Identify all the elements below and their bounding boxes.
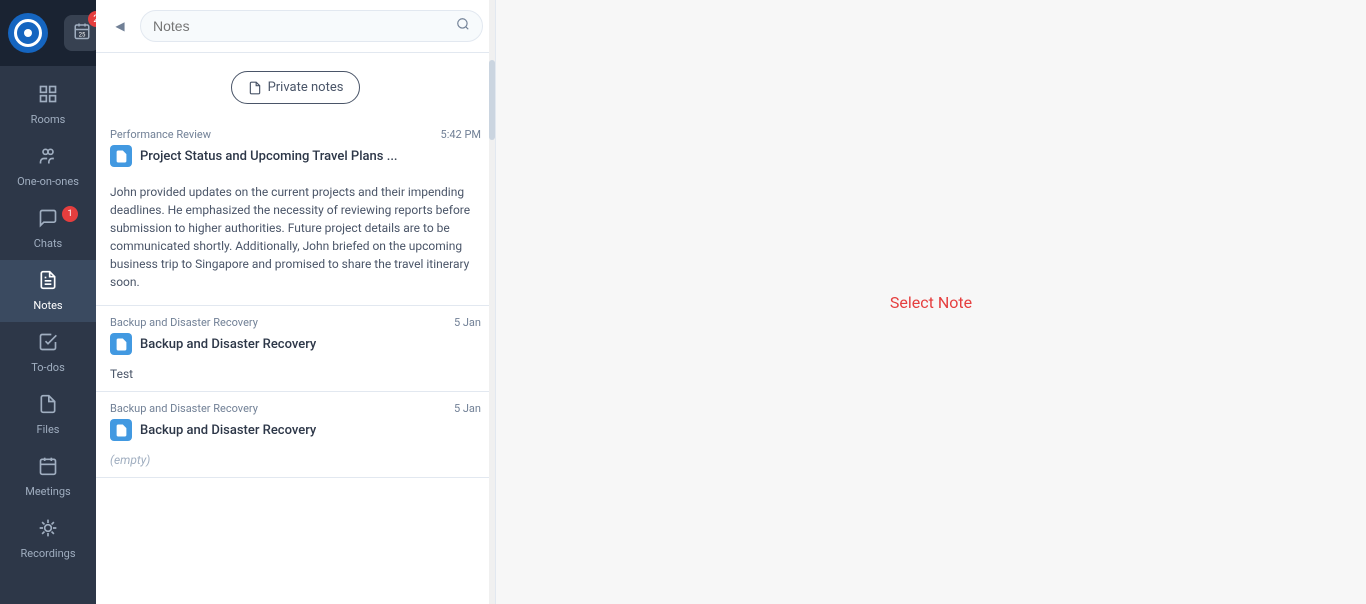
scrollbar-thumb[interactable]	[489, 60, 495, 140]
sidebar-item-rooms[interactable]: Rooms	[0, 74, 96, 136]
sidebar-item-label: Chats	[34, 237, 62, 250]
calendar-icon: 25	[73, 22, 91, 44]
search-wrapper	[140, 10, 483, 42]
sidebar-item-label: One-on-ones	[17, 175, 79, 188]
sidebar-item-label: To-dos	[31, 361, 65, 374]
sidebar-item-chats[interactable]: 1 Chats	[0, 198, 96, 260]
note-category: Backup and Disaster Recovery	[110, 316, 258, 329]
note-category: Backup and Disaster Recovery	[110, 402, 258, 415]
meetings-icon	[38, 456, 58, 481]
recordings-icon	[38, 518, 58, 543]
notes-list: Performance Review 5:42 PM Project Statu…	[96, 118, 495, 604]
note-doc-icon	[110, 419, 132, 441]
private-notes-area: Private notes	[96, 53, 495, 118]
sidebar-item-notes[interactable]: Notes	[0, 260, 96, 322]
private-notes-label: Private notes	[268, 80, 344, 95]
note-header: Performance Review 5:42 PM	[96, 118, 495, 145]
note-title-row: Backup and Disaster Recovery	[96, 333, 495, 363]
sidebar: Qik Enterprises Private Limited Company …	[0, 0, 96, 604]
sidebar-item-label: Recordings	[20, 547, 75, 560]
one-on-ones-icon	[38, 146, 58, 171]
main-content: Select Note	[496, 0, 1366, 604]
note-item[interactable]: Performance Review 5:42 PM Project Statu…	[96, 118, 495, 306]
scrollbar-track	[489, 0, 495, 604]
notes-panel: ◀ Private notes	[96, 0, 496, 604]
note-doc-icon	[110, 145, 132, 167]
note-doc-icon	[110, 333, 132, 355]
chats-icon	[38, 208, 58, 233]
note-title-row: Project Status and Upcoming Travel Plans…	[96, 145, 495, 175]
svg-text:25: 25	[79, 31, 86, 38]
calendar-button[interactable]: 25 2	[64, 15, 100, 51]
notes-search-area: ◀	[96, 0, 495, 53]
note-title-row: Backup and Disaster Recovery	[96, 419, 495, 449]
notes-search-input[interactable]	[153, 18, 448, 34]
note-time: 5 Jan	[454, 316, 481, 329]
note-title: Backup and Disaster Recovery	[140, 337, 316, 352]
search-icon	[456, 17, 470, 35]
chats-badge: 1	[62, 206, 78, 222]
sidebar-item-to-dos[interactable]: To-dos	[0, 322, 96, 384]
nav-items: Rooms One-on-ones 1 Chats	[0, 66, 96, 570]
notes-icon	[38, 270, 58, 295]
note-header: Backup and Disaster Recovery 5 Jan	[96, 306, 495, 333]
sidebar-item-label: Meetings	[25, 485, 70, 498]
sidebar-item-meetings[interactable]: Meetings	[0, 446, 96, 508]
rooms-icon	[38, 84, 58, 109]
files-icon	[38, 394, 58, 419]
note-preview: John provided updates on the current pro…	[96, 175, 495, 305]
sidebar-item-label: Rooms	[31, 113, 66, 126]
company-logo	[8, 13, 48, 53]
private-notes-button[interactable]: Private notes	[231, 71, 361, 104]
sidebar-item-recordings[interactable]: Recordings	[0, 508, 96, 570]
note-time: 5 Jan	[454, 402, 481, 415]
to-dos-icon	[38, 332, 58, 357]
note-title: Project Status and Upcoming Travel Plans…	[140, 149, 398, 164]
sidebar-item-label: Notes	[33, 299, 62, 312]
note-item[interactable]: Backup and Disaster Recovery 5 Jan Backu…	[96, 392, 495, 478]
note-preview: (empty)	[96, 449, 495, 477]
sidebar-item-one-on-ones[interactable]: One-on-ones	[0, 136, 96, 198]
sidebar-item-label: Files	[37, 423, 60, 436]
note-category: Performance Review	[110, 128, 211, 141]
select-note-text: Select Note	[890, 293, 972, 312]
sidebar-item-files[interactable]: Files	[0, 384, 96, 446]
note-title: Backup and Disaster Recovery	[140, 423, 316, 438]
collapse-button[interactable]: ◀	[108, 14, 132, 38]
note-item[interactable]: Backup and Disaster Recovery 5 Jan Backu…	[96, 306, 495, 392]
company-header: Qik Enterprises Private Limited Company …	[0, 0, 96, 66]
note-time: 5:42 PM	[441, 128, 481, 141]
note-preview: Test	[96, 363, 495, 391]
note-header: Backup and Disaster Recovery 5 Jan	[96, 392, 495, 419]
